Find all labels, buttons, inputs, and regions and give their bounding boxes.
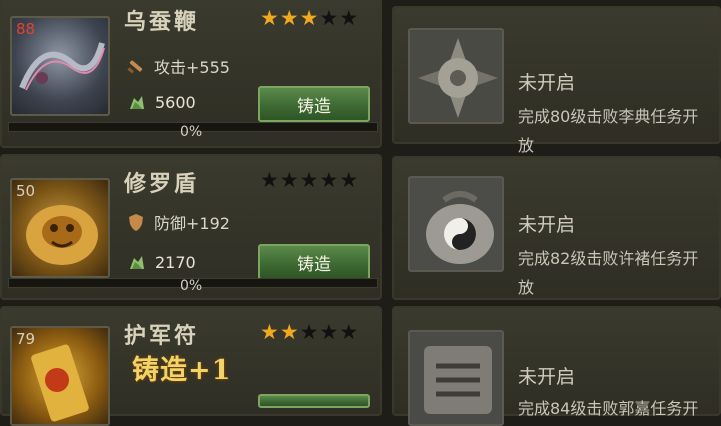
unlock-requirement-line1: 完成82级击败许褚任务开 — [518, 249, 699, 268]
unlock-requirement: 完成84级击败郭嘉任务开 — [518, 394, 718, 423]
equipment-name: 修罗盾 — [124, 171, 200, 197]
forge-plus-one-popup: 铸造+1 — [132, 355, 232, 386]
forge-button[interactable] — [258, 394, 370, 408]
unlock-requirement: 完成82级击败许褚任务开 放 — [518, 244, 718, 302]
unlock-requirement-line1: 完成84级击败郭嘉任务开 — [518, 399, 699, 418]
cost-value: 2170 — [155, 252, 196, 272]
attack-stat: 攻击+555 — [126, 54, 230, 78]
unlock-requirement: 完成80级击败李典任务开 放 — [518, 102, 718, 160]
locked-card-1: 未开启 完成80级击败李典任务开 放 — [392, 6, 721, 155]
locked-thumbnail — [408, 330, 504, 426]
lock-status: 未开启 — [518, 366, 576, 388]
locked-card-2: 未开启 完成82级击败许褚任务开 放 — [392, 156, 721, 300]
shield-icon — [129, 214, 143, 231]
lock-status: 未开启 — [518, 214, 576, 236]
level-badge: 88 — [16, 20, 36, 38]
locked-card-3: 未开启 完成84级击败郭嘉任务开 — [392, 306, 721, 426]
talisman-thumbnail[interactable]: 79 — [10, 326, 110, 426]
forge-progress-label: 0% — [180, 124, 203, 140]
forge-cost: 5600 — [126, 92, 196, 112]
scroll-seal-icon — [410, 332, 502, 424]
equipment-name: 乌蚕鞭 — [124, 9, 200, 35]
locked-thumbnail — [408, 28, 504, 124]
forge-progress-label: 0% — [180, 278, 203, 294]
equipment-name: 护军符 — [124, 323, 200, 349]
locked-thumbnail — [408, 176, 504, 272]
lock-status: 未开启 — [518, 72, 576, 94]
attack-value: 攻击+555 — [154, 58, 230, 77]
cost-value: 5600 — [155, 92, 196, 112]
level-badge: 50 — [16, 182, 36, 200]
forge-button[interactable]: 铸造 — [258, 86, 370, 122]
ore-icon — [130, 256, 144, 269]
unlock-requirement-line1: 完成80级击败李典任务开 — [518, 107, 699, 126]
unlock-requirement-line2: 放 — [518, 278, 535, 297]
defense-value: 防御+192 — [154, 214, 230, 233]
forge-button[interactable]: 铸造 — [258, 244, 370, 280]
shield-thumbnail[interactable]: 50 — [10, 178, 110, 278]
whip-thumbnail[interactable]: 88 — [10, 16, 110, 116]
star-rating: ★★★★★ — [260, 6, 360, 30]
equipment-card-shield: 50 修罗盾 ★★★★★ 防御+192 2170 铸造 0% — [0, 154, 382, 300]
ore-icon — [130, 96, 144, 109]
equipment-card-whip: 88 乌蚕鞭 ★★★★★ 攻击+555 5600 铸造 0% — [0, 0, 382, 148]
forge-cost: 2170 — [126, 252, 196, 272]
star-rating: ★★★★★ — [260, 168, 360, 192]
defense-stat: 防御+192 — [126, 210, 230, 234]
yinyang-pouch-icon — [410, 178, 502, 270]
level-badge: 79 — [16, 330, 36, 348]
star-rating: ★★★★★ — [260, 320, 360, 344]
sword-icon — [127, 60, 143, 74]
compass-icon — [410, 30, 502, 122]
